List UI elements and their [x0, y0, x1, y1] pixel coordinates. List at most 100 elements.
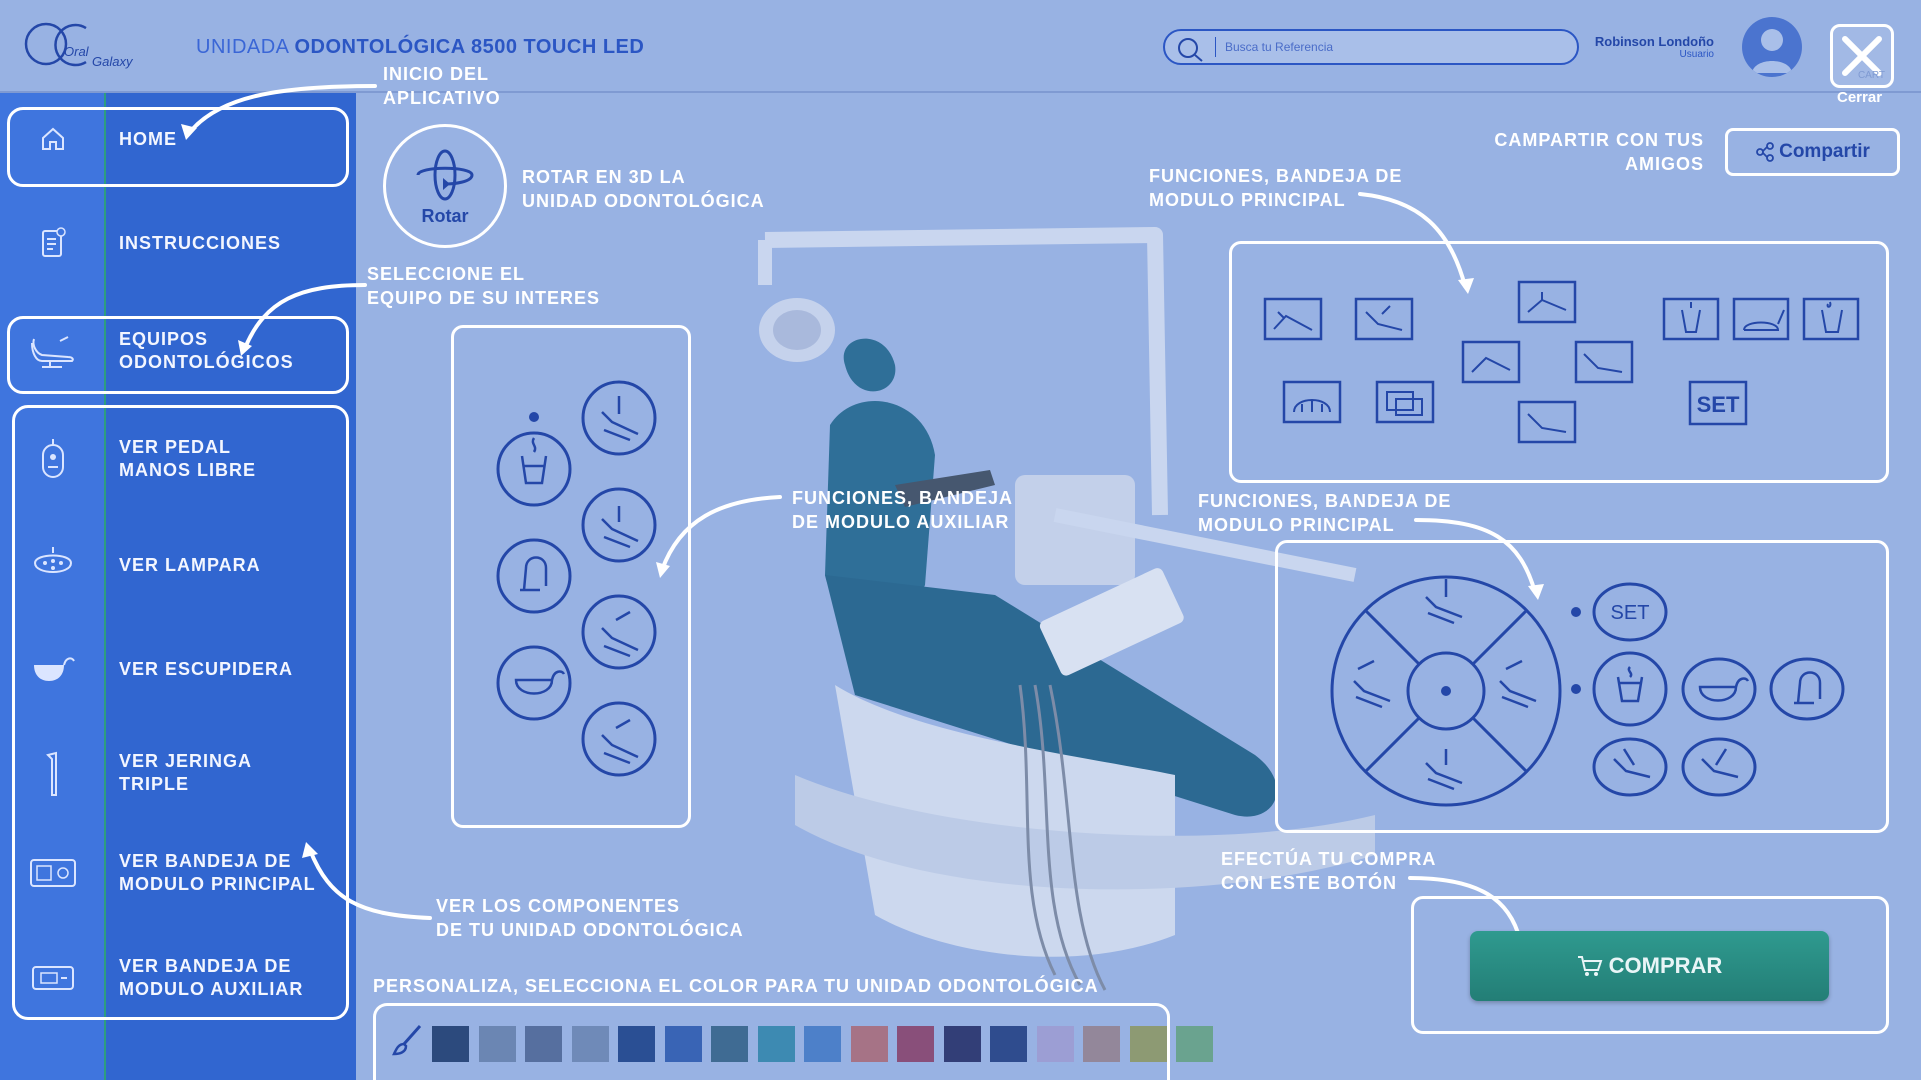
note-line: FUNCIONES, BANDEJA: [792, 488, 1014, 508]
search-bar[interactable]: [1163, 29, 1579, 65]
share-icon: [1756, 142, 1774, 162]
user-name: Robinson Londoño: [1594, 34, 1714, 49]
note-line: UNIDAD ODONTOLÓGICA: [522, 191, 765, 211]
main-tray-top-controls: SET: [1263, 280, 1860, 444]
note-share: CAMPARTIR CON TUS AMIGOS: [1480, 128, 1704, 176]
rotate-3d-icon: [416, 149, 474, 200]
note-main-functions-bottom: FUNCIONES, BANDEJA DE MODULO PRINCIPAL: [1198, 489, 1451, 537]
svg-text:Galaxy: Galaxy: [92, 54, 134, 69]
cart-icon: [1577, 956, 1603, 976]
note-line: DE MODULO AUXILIAR: [792, 512, 1010, 532]
aux-tray-controls: [496, 380, 657, 777]
paintbrush-icon[interactable]: [390, 1022, 426, 1058]
main-tray-bottom-controls: SET: [1330, 575, 1845, 807]
note-componentes: VER LOS COMPONENTES DE TU UNIDAD ODONTOLÓ…: [436, 894, 744, 942]
sidebar-item-label: INSTRUCCIONES: [119, 232, 282, 253]
color-palette: [373, 1003, 1213, 1080]
backrest-down-button[interactable]: [1574, 340, 1634, 384]
oralgalaxy-logo[interactable]: Oral Galaxy: [24, 18, 136, 70]
note-line: FUNCIONES, BANDEJA DE: [1198, 491, 1452, 511]
set-label: SET: [1611, 602, 1650, 624]
note-line: SELECCIONE EL: [367, 264, 526, 284]
components-highlight-frame: [12, 405, 349, 1020]
color-swatch[interactable]: [711, 1026, 748, 1062]
sidebar-item-instrucciones[interactable]: INSTRUCCIONES: [0, 208, 356, 278]
preset-2-button[interactable]: [1354, 297, 1414, 341]
main-tray-panel-bottom: SET: [1275, 540, 1889, 833]
note-line: CON ESTE BOTÓN: [1221, 873, 1398, 893]
rotate-label: Rotar: [421, 205, 469, 226]
color-swatch[interactable]: [618, 1026, 655, 1062]
color-swatch[interactable]: [571, 1026, 609, 1062]
note-line: EQUIPO DE SU INTERES: [367, 288, 601, 308]
note-line: DE TU UNIDAD ODONTOLÓGICA: [436, 920, 744, 940]
note-line: APLICATIVO: [383, 88, 501, 108]
color-swatch[interactable]: [1129, 1026, 1167, 1062]
note-personaliza: PERSONALIZA, SELECCIONA EL COLOR PARA TU…: [373, 976, 1099, 996]
note-inicio: INICIO DEL APLICATIVO: [383, 62, 501, 110]
color-swatch[interactable]: [1083, 1026, 1120, 1062]
bowl-rinse-button[interactable]: [496, 538, 572, 614]
note-main-functions-top: FUNCIONES, BANDEJA DE MODULO PRINCIPAL: [1149, 164, 1402, 212]
color-swatch[interactable]: [850, 1026, 888, 1062]
note-line: MODULO PRINCIPAL: [1198, 515, 1395, 535]
color-swatch[interactable]: [943, 1026, 981, 1062]
note-rotar: ROTAR EN 3D LA UNIDAD ODONTOLÓGICA: [522, 165, 765, 213]
note-line: FUNCIONES, BANDEJA DE: [1149, 166, 1403, 186]
title-prefix: UNIDADA: [196, 36, 295, 58]
search-input[interactable]: [1225, 35, 1565, 59]
chair-down-button[interactable]: [581, 487, 657, 563]
color-swatch[interactable]: [664, 1026, 702, 1062]
share-button[interactable]: Compartir: [1725, 128, 1900, 176]
spittoon-button[interactable]: [496, 645, 572, 721]
note-aux-functions: FUNCIONES, BANDEJA DE MODULO AUXILIAR: [792, 486, 1013, 534]
instructions-icon: [41, 227, 66, 257]
buy-button[interactable]: COMPRAR: [1470, 931, 1829, 1001]
close-button[interactable]: CART: [1830, 24, 1894, 88]
top-bar: Oral Galaxy UNIDADA ODONTOLÓGICA 8500 TO…: [0, 0, 1921, 93]
color-swatch[interactable]: [757, 1026, 795, 1062]
color-swatch[interactable]: [525, 1026, 562, 1062]
color-swatch[interactable]: [804, 1026, 841, 1062]
aux-tray-panel: [451, 325, 691, 828]
user-info[interactable]: Robinson Londoño Usuario: [1595, 34, 1714, 60]
page-title: UNIDADA ODONTOLÓGICA 8500 TOUCH LED: [196, 36, 644, 59]
backrest-up-button[interactable]: [581, 701, 657, 777]
color-swatch[interactable]: [1036, 1026, 1074, 1062]
svg-text:Oral: Oral: [64, 44, 90, 59]
main-tray-panel-top: SET: [1229, 241, 1889, 483]
share-label: Compartir: [1779, 141, 1870, 162]
note-line: CAMPARTIR CON TUS: [1494, 130, 1704, 150]
note-line: EFECTÚA TU COMPRA: [1221, 849, 1437, 869]
bowl-rinse-button[interactable]: [1769, 657, 1845, 721]
backrest-up-button[interactable]: [1461, 340, 1521, 384]
home-highlight-frame: [7, 107, 349, 187]
equipos-highlight-frame: [7, 316, 349, 394]
buy-label: COMPRAR: [1608, 953, 1723, 978]
chair-down-button[interactable]: [1517, 400, 1577, 444]
note-line: VER LOS COMPONENTES: [436, 896, 681, 916]
note-line: AMIGOS: [1624, 154, 1704, 174]
color-swatch[interactable]: [1176, 1026, 1213, 1062]
color-swatch[interactable]: [897, 1026, 934, 1062]
close-label: Cerrar: [1837, 89, 1883, 106]
cup-fill-button[interactable]: [1592, 651, 1668, 727]
search-divider: [1215, 37, 1216, 57]
backrest-up-button[interactable]: [1681, 737, 1757, 797]
set-label: SET: [1697, 392, 1740, 417]
color-swatch[interactable]: [432, 1026, 469, 1062]
note-line: ROTAR EN 3D LA: [522, 167, 686, 187]
note-line: INICIO DEL: [383, 64, 490, 84]
search-icon: [1178, 38, 1203, 62]
spittoon-button[interactable]: [1681, 657, 1757, 721]
backrest-down-button[interactable]: [1592, 737, 1668, 797]
user-avatar-icon: [1752, 29, 1792, 73]
color-swatch[interactable]: [478, 1026, 516, 1062]
color-swatch[interactable]: [990, 1026, 1027, 1062]
avatar[interactable]: [1742, 17, 1802, 77]
rotate-3d-button[interactable]: Rotar: [383, 124, 507, 248]
chair-up-button[interactable]: [581, 380, 657, 456]
cart-ghost-label: CART: [1857, 70, 1885, 81]
backrest-down-button[interactable]: [581, 594, 657, 670]
note-compra: EFECTÚA TU COMPRA CON ESTE BOTÓN: [1221, 847, 1436, 895]
